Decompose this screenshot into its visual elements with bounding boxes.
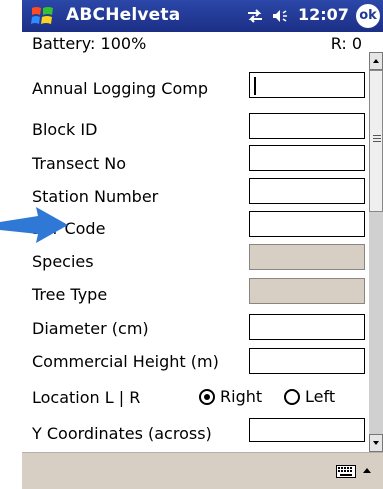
location-right-label[interactable]: Right: [220, 387, 262, 406]
input-panel-arrow-icon[interactable]: [361, 465, 373, 477]
location-right-radio[interactable]: [199, 389, 215, 405]
pocketpc-screen: ABCHelveta 12:07 ok Battery: 100% R: 0 A…: [0, 0, 383, 489]
label-commercial-height: Commercial Height (m): [32, 352, 219, 371]
thumb-grip: [373, 135, 381, 136]
text-cursor: [254, 77, 256, 95]
label-block-id: Block ID: [32, 120, 98, 139]
volume-icon[interactable]: [270, 8, 292, 24]
chevron-up-icon: [373, 59, 379, 63]
label-annual-logging-comp: Annual Logging Comp: [32, 79, 208, 98]
label-species: Species: [32, 252, 94, 271]
diameter-input[interactable]: [249, 314, 365, 340]
scroll-thumb[interactable]: [369, 70, 383, 212]
radio-selected-dot: [204, 394, 210, 400]
location-left-radio[interactable]: [284, 389, 300, 405]
bar-code-input[interactable]: [249, 211, 365, 237]
label-y-coordinates: Y Coordinates (across): [32, 424, 212, 443]
title-bar: ABCHelveta 12:07 ok: [22, 0, 383, 32]
battery-status: Battery: 100%: [32, 34, 147, 53]
label-diameter: Diameter (cm): [32, 319, 149, 338]
clock[interactable]: 12:07: [298, 5, 349, 24]
annual-logging-comp-input[interactable]: [249, 72, 365, 98]
scroll-up-button[interactable]: [369, 52, 383, 70]
app-title: ABCHelveta: [66, 5, 181, 25]
label-transect-no: Transect No: [32, 154, 127, 173]
label-location: Location L | R: [32, 388, 141, 407]
data-entry-form: Battery: 100% R: 0 Annual Logging Comp B…: [22, 32, 369, 450]
record-count: R: 0: [330, 34, 362, 53]
status-row: Battery: 100% R: 0: [32, 34, 368, 56]
location-left-label[interactable]: Left: [305, 387, 335, 406]
keyboard-icon[interactable]: [336, 465, 356, 478]
menu-bar: [22, 452, 383, 489]
scroll-down-button[interactable]: [369, 434, 383, 452]
chevron-down-icon: [373, 441, 379, 445]
station-number-input[interactable]: [249, 178, 365, 204]
ok-button[interactable]: ok: [356, 4, 380, 28]
start-menu-icon[interactable]: [30, 4, 56, 28]
block-id-input[interactable]: [249, 113, 365, 139]
label-tree-type: Tree Type: [32, 285, 108, 304]
species-input[interactable]: [249, 244, 365, 270]
transect-no-input[interactable]: [249, 145, 365, 171]
vertical-scrollbar[interactable]: [369, 52, 383, 452]
left-margin: [0, 0, 22, 488]
label-station-number: Station Number: [32, 187, 159, 206]
commercial-height-input[interactable]: [249, 348, 365, 374]
connectivity-icon[interactable]: [246, 8, 264, 24]
tree-type-input[interactable]: [249, 278, 365, 304]
pointer-arrow-icon: [0, 207, 68, 243]
y-coordinates-input[interactable]: [249, 418, 365, 442]
